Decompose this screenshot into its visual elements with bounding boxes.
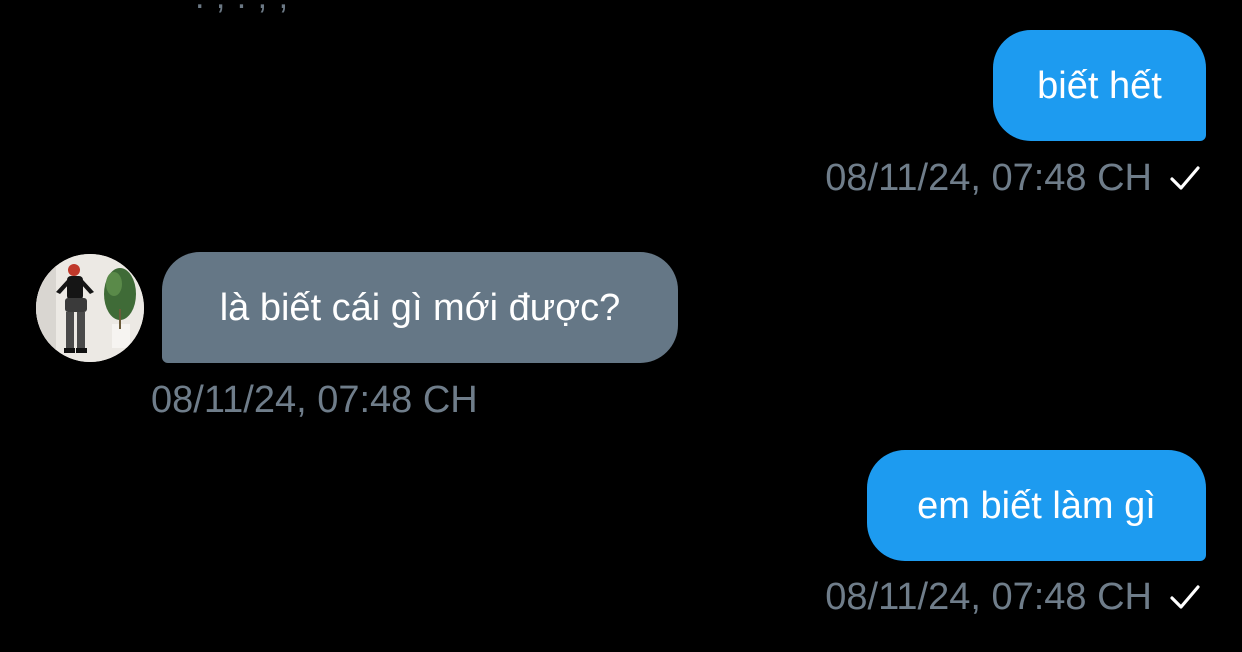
message-timestamp: 08/11/24, 07:48 CH bbox=[151, 378, 478, 421]
message-meta: 08/11/24, 07:48 CH bbox=[825, 156, 1202, 200]
avatar-photo-icon bbox=[36, 254, 144, 362]
message-meta: 08/11/24, 07:48 CH bbox=[825, 575, 1202, 619]
message-text: là biết cái gì mới được? bbox=[219, 286, 621, 329]
checkmark-icon bbox=[1170, 585, 1200, 609]
outgoing-message-bubble[interactable]: biết hết bbox=[993, 30, 1206, 141]
checkmark-icon bbox=[1170, 166, 1200, 190]
message-meta: 08/11/24, 07:48 CH bbox=[151, 378, 478, 422]
user-avatar[interactable] bbox=[36, 254, 144, 362]
outgoing-message-bubble[interactable]: em biết làm gì bbox=[867, 450, 1206, 561]
previous-message-fragment: . , . , , bbox=[195, 0, 289, 17]
message-text: em biết làm gì bbox=[917, 484, 1156, 527]
message-text: biết hết bbox=[1037, 64, 1162, 107]
message-timestamp: 08/11/24, 07:48 CH bbox=[825, 156, 1152, 199]
message-timestamp: 08/11/24, 07:48 CH bbox=[825, 575, 1152, 618]
incoming-message-bubble[interactable]: là biết cái gì mới được? bbox=[162, 252, 678, 363]
